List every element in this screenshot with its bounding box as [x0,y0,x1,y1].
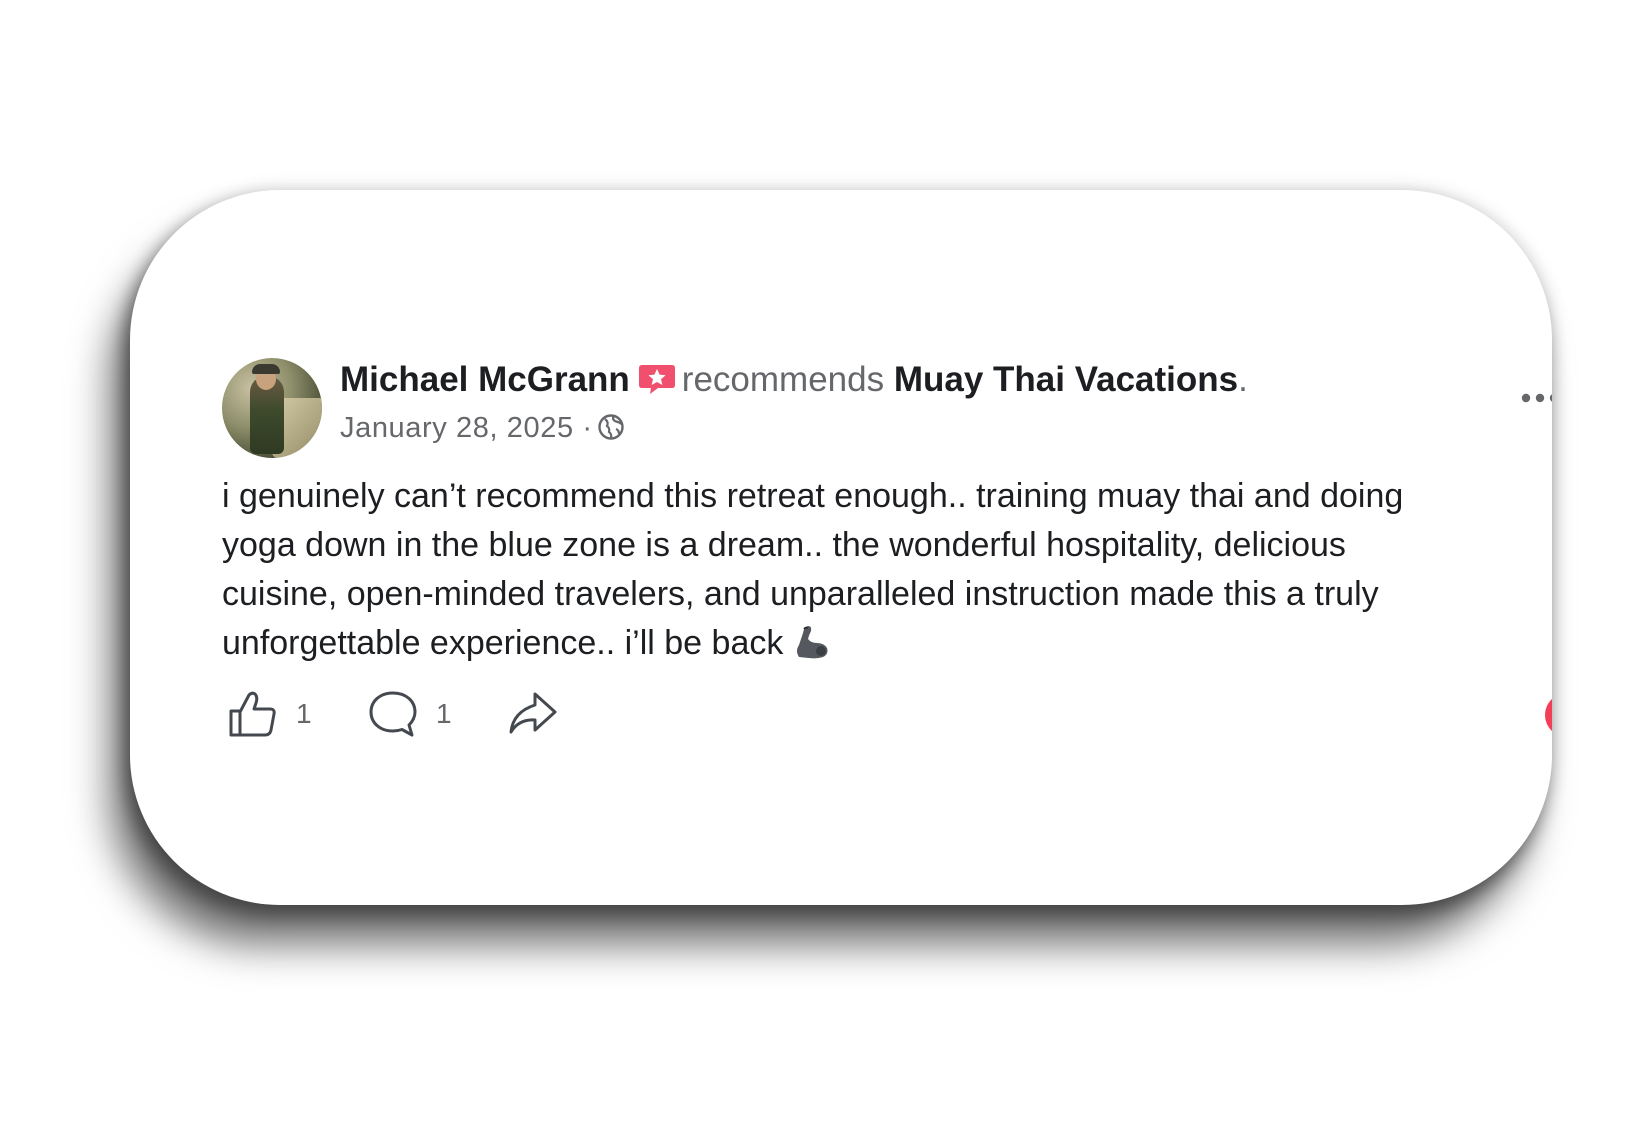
post-actions: 1 1 [222,686,1552,742]
screenshot-stage: Michael McGrann recommends Muay Thai Vac… [0,0,1650,1125]
globe-icon[interactable] [597,413,625,441]
title-period: . [1238,360,1248,399]
recommends-verb: recommends [681,360,885,399]
avatar[interactable] [222,358,322,458]
comment-count: 1 [436,698,452,729]
like-count: 1 [296,698,312,729]
more-options-icon[interactable] [1518,376,1552,420]
flexed-biceps-icon [797,626,828,659]
comment-bubble-icon [369,691,417,737]
page-name-link[interactable]: Muay Thai Vacations [894,360,1238,399]
avatar-hat [252,364,280,374]
like-button[interactable]: 1 [228,686,312,742]
share-button[interactable] [507,686,559,742]
love-reaction-icon[interactable] [1544,692,1552,738]
post-card: Michael McGrann recommends Muay Thai Vac… [130,190,1552,905]
share-arrow-icon [509,692,557,734]
post-header: Michael McGrann recommends Muay Thai Vac… [222,358,1552,458]
post-title-line: Michael McGrann recommends Muay Thai Vac… [340,358,1248,402]
post-body: i genuinely can’t recommend this retreat… [222,472,1452,668]
recommendation-star-icon [638,364,675,394]
post-date[interactable]: January 28, 2025 · [340,412,593,444]
thumbs-up-icon [229,691,276,737]
comment-button[interactable]: 1 [368,686,452,742]
post-meta: January 28, 2025 · [340,410,625,446]
author-name[interactable]: Michael McGrann [340,360,630,399]
post-content: Michael McGrann recommends Muay Thai Vac… [222,358,1552,742]
